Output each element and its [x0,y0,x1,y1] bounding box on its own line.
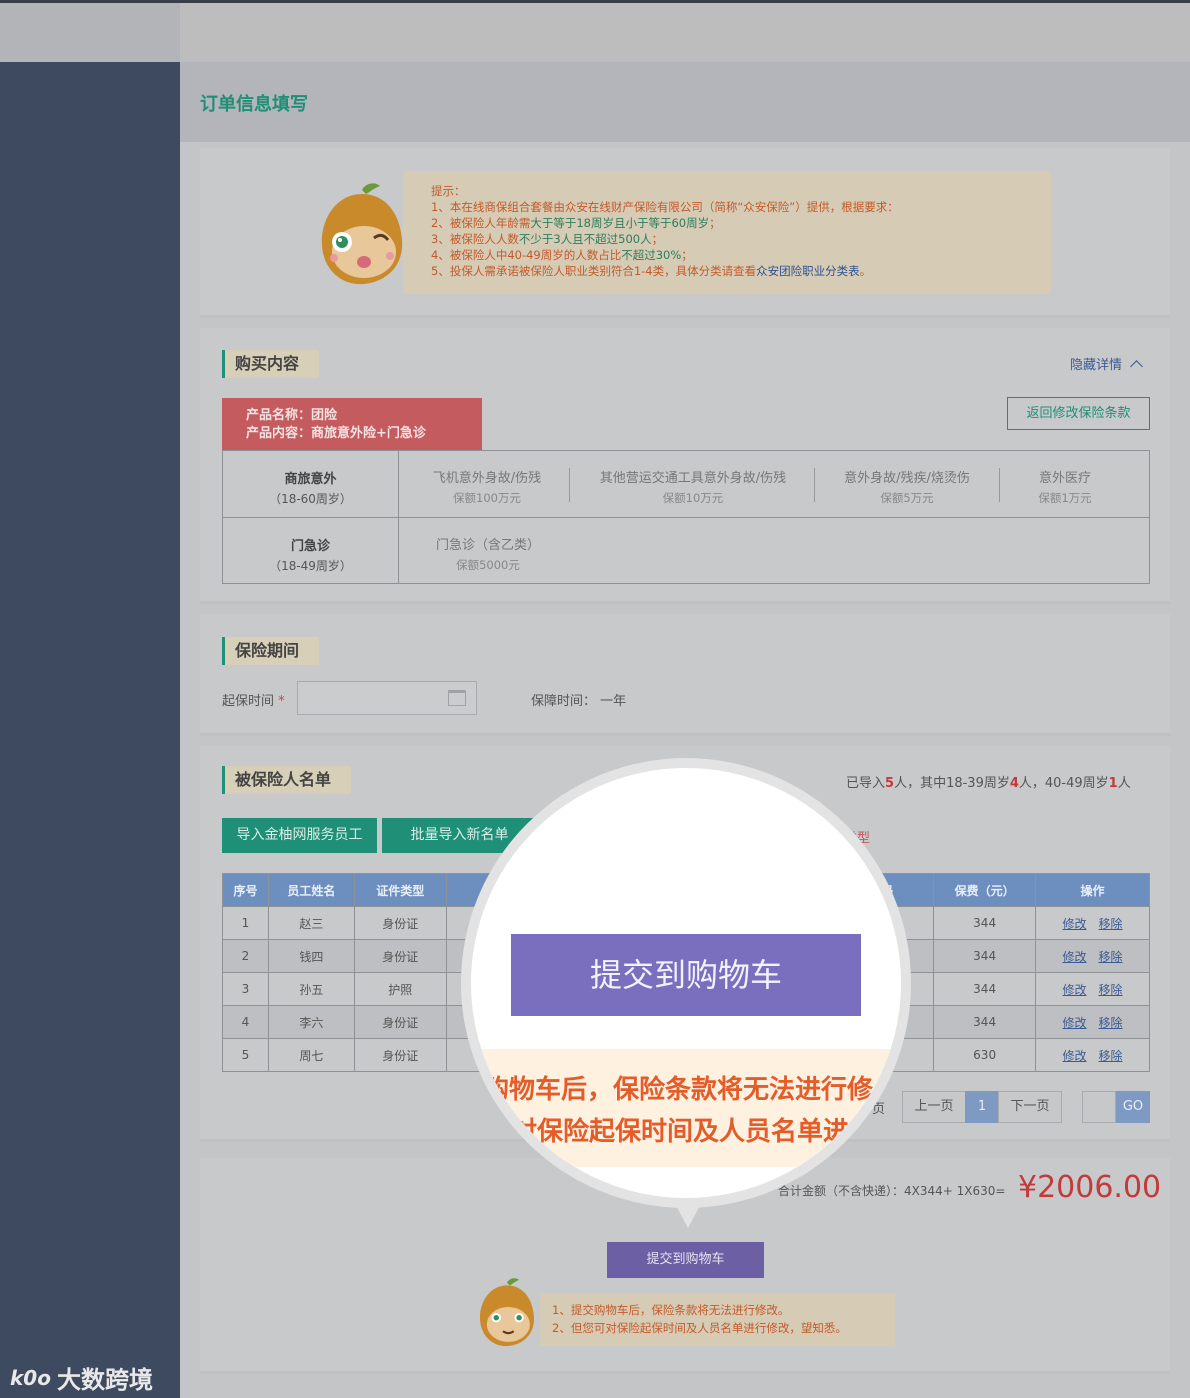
divider [569,468,570,502]
edit-link[interactable]: 修改 [1063,1049,1087,1063]
divider [999,468,1000,502]
product-name: 产品名称：团险 [246,408,338,423]
coverage-row-travel: 商旅意外 （18-60周岁） 飞机意外身故/伤残 保额100万元 其他营运交通工… [223,451,1149,517]
start-date-label: 起保时间 * [222,694,285,709]
coverage-item: 意外医疗 保额1万元 [1038,471,1092,505]
remove-link[interactable]: 移除 [1099,1049,1123,1063]
page-header: 订单信息填写 [180,62,1190,142]
insured-section-title: 被保险人名单 [222,766,352,794]
next-page-button[interactable]: 下一页 [998,1091,1062,1123]
tips-title: 提示： [431,184,466,198]
divider [814,468,815,502]
prev-page-button[interactable]: 上一页 [902,1091,966,1123]
col-premium: 保费（元） [933,873,1037,907]
product-content: 产品内容：商旅意外险+门急诊 [246,426,426,441]
coverage-table: 商旅意外 （18-60周岁） 飞机意外身故/伤残 保额100万元 其他营运交通工… [222,450,1150,584]
import-employees-button[interactable]: 导入金柚网服务员工 [222,818,377,853]
sidebar [0,62,180,1398]
coverage-head: 商旅意外 （18-60周岁） [223,451,399,517]
back-edit-terms-button[interactable]: 返回修改保险条款 [1007,397,1150,430]
tip-4: 4、被保险人中40-49周岁的人数占比不超过30%； [431,248,693,262]
logo-area [0,3,180,62]
submit-note: 1、提交购物车后，保险条款将无法进行修改。 2、但您可对保险起保时间及人员名单进… [540,1293,895,1346]
submit-to-cart-button[interactable]: 提交到购物车 [607,1242,764,1278]
magnifier-pointer [672,1198,704,1228]
remove-link[interactable]: 移除 [1099,917,1123,931]
tip-3: 3、被保险人人数不少于3人且不超过500人； [431,232,664,246]
edit-link[interactable]: 修改 [1063,917,1087,931]
note-2: 2、但您可对保险起保时间及人员名单进行修改，望知悉。 [552,1321,847,1335]
current-page-button[interactable]: 1 [965,1091,999,1123]
page-title: 订单信息填写 [200,94,308,115]
col-name: 员工姓名 [267,873,355,907]
chevron-up-icon [1130,360,1143,373]
total-label: 合计金额（不含快递）：4X344+ 1X630= [778,1184,1006,1198]
remove-link[interactable]: 移除 [1099,983,1123,997]
page-jump-input[interactable] [1082,1091,1116,1123]
coverage-item: 意外身故/残疾/烧烫伤 保额5万元 [844,471,970,505]
go-button[interactable]: GO [1116,1091,1150,1123]
tips-box: 提示： 1、本在线商保组合套餐由众安在线财产保险有限公司（简称“众安保险”）提供… [403,171,1051,294]
remove-link[interactable]: 移除 [1099,950,1123,964]
tip-5: 5、投保人需承诺被保险人职业类别符合1-4类，具体分类请查看众安团险职业分类表。 [431,264,872,278]
coverage-item: 飞机意外身故/伤残 保额100万元 [432,471,542,505]
tip-2: 2、被保险人年龄需大于等于18周岁且小于等于60周岁； [431,216,721,230]
col-no: 序号 [222,873,269,907]
magnified-submit-button[interactable]: 提交到购物车 [511,934,861,1016]
start-date-input[interactable] [297,681,477,715]
magnified-note-1: 购物车后，保险条款将无法进行修 [483,1075,874,1105]
tip-1: 1、本在线商保组合套餐由众安在线财产保险有限公司（简称“众安保险”）提供，根据要… [431,200,899,214]
watermark-text: 大数跨境 [56,1366,153,1394]
remove-link[interactable]: 移除 [1099,1016,1123,1030]
mascot-icon [321,183,403,285]
coverage-item: 门急诊（含乙类） 保额5000元 [435,538,540,572]
edit-link[interactable]: 修改 [1063,983,1087,997]
duration-text: 保障时间： 一年 [531,694,627,709]
total-amount: ¥2006.00 [1018,1170,1162,1205]
note-1: 1、提交购物车后，保险条款将无法进行修改。 [552,1303,790,1317]
mascot-small-icon [479,1278,535,1347]
hide-detail-toggle[interactable]: 隐藏详情 [1070,354,1143,373]
occupation-table-link[interactable]: 众安团险职业分类表 [756,264,860,278]
coverage-head: 门急诊 （18-49周岁） [223,518,399,583]
coverage-row-clinic: 门急诊 （18-49周岁） 门急诊（含乙类） 保额5000元 [223,517,1149,583]
watermark-logo: k0o [10,1365,51,1390]
period-section-title: 保险期间 [222,637,320,665]
magnified-note-2: 对保险起保时间及人员名单进 [511,1117,850,1147]
product-tag: 产品名称：团险 产品内容：商旅意外险+门急诊 [222,398,482,450]
import-summary: 已导入5人，其中18-39周岁4人，40-49周岁1人 [846,776,1131,791]
col-actions: 操作 [1035,873,1150,907]
coverage-item: 其他营运交通工具意外身故/伤残 保额10万元 [599,471,787,505]
edit-link[interactable]: 修改 [1063,1016,1087,1030]
period-panel [200,614,1170,736]
watermark: k0o 大数跨境 [10,1360,153,1395]
purchase-section-title: 购买内容 [222,350,320,378]
calendar-icon[interactable] [448,690,466,706]
magnified-note: 购物车后，保险条款将无法进行修 对保险起保时间及人员名单进 [471,1049,901,1167]
magnifier-lens: 提交到购物车 购物车后，保险条款将无法进行修 对保险起保时间及人员名单进 [471,768,901,1198]
edit-link[interactable]: 修改 [1063,950,1087,964]
col-id-type: 证件类型 [353,873,447,907]
